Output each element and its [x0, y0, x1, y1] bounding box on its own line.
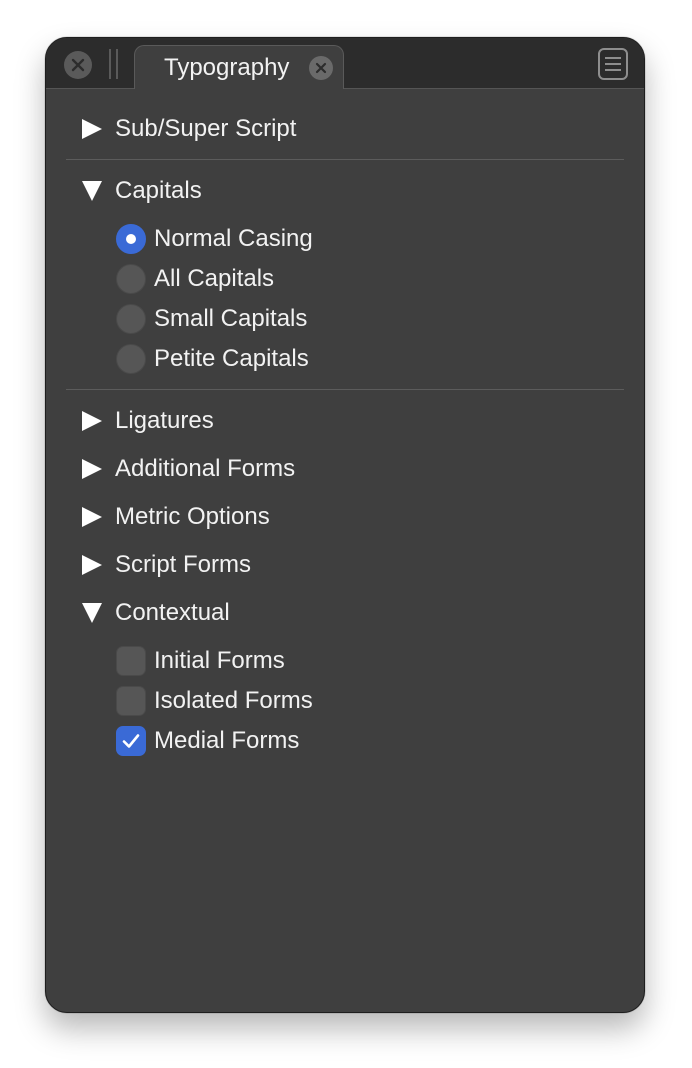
radio-button[interactable]: [116, 304, 146, 334]
section-label: Additional Forms: [115, 455, 296, 482]
option-label: Normal Casing: [154, 225, 313, 252]
section-metric-options[interactable]: Metric Options: [80, 497, 270, 537]
triangle-right-icon: [82, 507, 102, 527]
section-label: Script Forms: [115, 551, 252, 578]
radio-petite-capitals[interactable]: Petite Capitals: [116, 341, 309, 377]
panel-menu-button[interactable]: [598, 48, 628, 80]
radio-normal-casing[interactable]: Normal Casing: [116, 221, 313, 257]
triangle-right-icon: [82, 119, 102, 139]
section-label: Contextual: [115, 599, 230, 626]
radio-button[interactable]: [116, 264, 146, 294]
divider: [66, 389, 624, 390]
triangle-right-icon: [82, 411, 102, 431]
grip-icon[interactable]: [109, 49, 118, 79]
section-additional-forms[interactable]: Additional Forms: [80, 449, 295, 489]
menu-icon: [605, 57, 621, 59]
typography-panel: Typography Sub/Super Script Capitals Nor…: [45, 37, 645, 1013]
close-icon: [315, 62, 327, 74]
section-script-forms[interactable]: Script Forms: [80, 545, 251, 585]
section-label: Sub/Super Script: [115, 115, 297, 142]
checkbox[interactable]: [116, 646, 146, 676]
divider: [66, 159, 624, 160]
checkbox[interactable]: [116, 686, 146, 716]
checkmark-icon: [122, 734, 140, 748]
checkbox-initial-forms[interactable]: Initial Forms: [116, 643, 285, 679]
triangle-right-icon: [82, 459, 102, 479]
section-capitals[interactable]: Capitals: [80, 171, 202, 211]
close-icon: [71, 58, 85, 72]
option-label: All Capitals: [154, 265, 275, 292]
panel-close-button[interactable]: [64, 51, 92, 79]
checkbox[interactable]: [116, 726, 146, 756]
triangle-down-icon: [82, 181, 102, 201]
section-ligatures[interactable]: Ligatures: [80, 401, 214, 441]
tab-close-button[interactable]: [309, 56, 333, 80]
radio-button[interactable]: [116, 344, 146, 374]
triangle-down-icon: [82, 603, 102, 623]
tab-typography[interactable]: Typography: [134, 45, 344, 89]
tab-bar: Typography: [46, 38, 644, 89]
option-label: Petite Capitals: [154, 345, 309, 372]
menu-icon-line: [605, 63, 621, 65]
radio-small-capitals[interactable]: Small Capitals: [116, 301, 307, 337]
section-label: Capitals: [115, 177, 202, 204]
radio-dot-icon: [126, 234, 136, 244]
option-label: Small Capitals: [154, 305, 308, 332]
menu-icon-line: [605, 69, 621, 71]
section-sub-super-script[interactable]: Sub/Super Script: [80, 109, 296, 149]
section-contextual[interactable]: Contextual: [80, 593, 230, 633]
checkbox-isolated-forms[interactable]: Isolated Forms: [116, 683, 313, 719]
radio-button[interactable]: [116, 224, 146, 254]
section-label: Metric Options: [115, 503, 270, 530]
triangle-right-icon: [82, 555, 102, 575]
radio-all-capitals[interactable]: All Capitals: [116, 261, 274, 297]
section-label: Ligatures: [115, 407, 214, 434]
tab-title: Typography: [164, 54, 290, 81]
option-label: Medial Forms: [154, 727, 300, 754]
option-label: Initial Forms: [154, 647, 285, 674]
checkbox-medial-forms[interactable]: Medial Forms: [116, 723, 299, 759]
option-label: Isolated Forms: [154, 687, 313, 714]
